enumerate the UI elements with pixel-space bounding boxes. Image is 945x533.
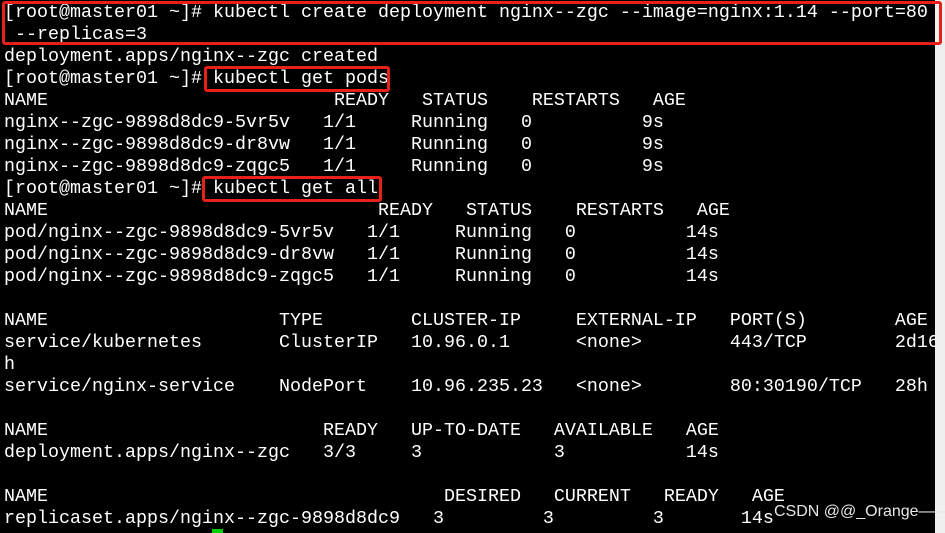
terminal-line: deployment.apps/nginx--zgc 3/3 3 3 14s <box>4 442 719 463</box>
terminal-line: service/nginx-service NodePort 10.96.235… <box>4 376 928 397</box>
terminal-line: deployment.apps/nginx--zgc created <box>4 46 378 67</box>
terminal-line: pod/nginx--zgc-9898d8dc9-5vr5v 1/1 Runni… <box>4 222 719 243</box>
terminal-cursor <box>212 529 223 533</box>
scrollbar[interactable] <box>935 0 945 533</box>
terminal-line: service/kubernetes ClusterIP 10.96.0.1 <… <box>4 332 939 353</box>
highlight-get-all <box>202 176 382 202</box>
terminal-line: pod/nginx--zgc-9898d8dc9-zqgc5 1/1 Runni… <box>4 266 719 287</box>
terminal-line: pod/nginx--zgc-9898d8dc9-dr8vw 1/1 Runni… <box>4 244 719 265</box>
terminal-line: h <box>4 354 15 375</box>
terminal-line: NAME DESIRED CURRENT READY AGE <box>4 486 785 507</box>
terminal-line: nginx--zgc-9898d8dc9-zqgc5 1/1 Running 0… <box>4 156 664 177</box>
terminal-window[interactable]: [root@master01 ~]# kubectl create deploy… <box>0 0 939 533</box>
terminal-line: nginx--zgc-9898d8dc9-dr8vw 1/1 Running 0… <box>4 134 664 155</box>
terminal-line: NAME READY STATUS RESTARTS AGE <box>4 90 686 111</box>
highlight-get-pods <box>204 66 390 92</box>
terminal-line: NAME READY STATUS RESTARTS AGE <box>4 200 730 221</box>
terminal-line: NAME TYPE CLUSTER-IP EXTERNAL-IP PORT(S)… <box>4 310 928 331</box>
terminal-line: NAME READY UP-TO-DATE AVAILABLE AGE <box>4 420 719 441</box>
terminal-line: replicaset.apps/nginx--zgc-9898d8dc9 3 3… <box>4 508 774 529</box>
terminal-line: nginx--zgc-9898d8dc9-5vr5v 1/1 Running 0… <box>4 112 664 133</box>
highlight-create-command <box>2 1 942 45</box>
watermark: CSDN @@_Orange—— <box>774 503 945 520</box>
